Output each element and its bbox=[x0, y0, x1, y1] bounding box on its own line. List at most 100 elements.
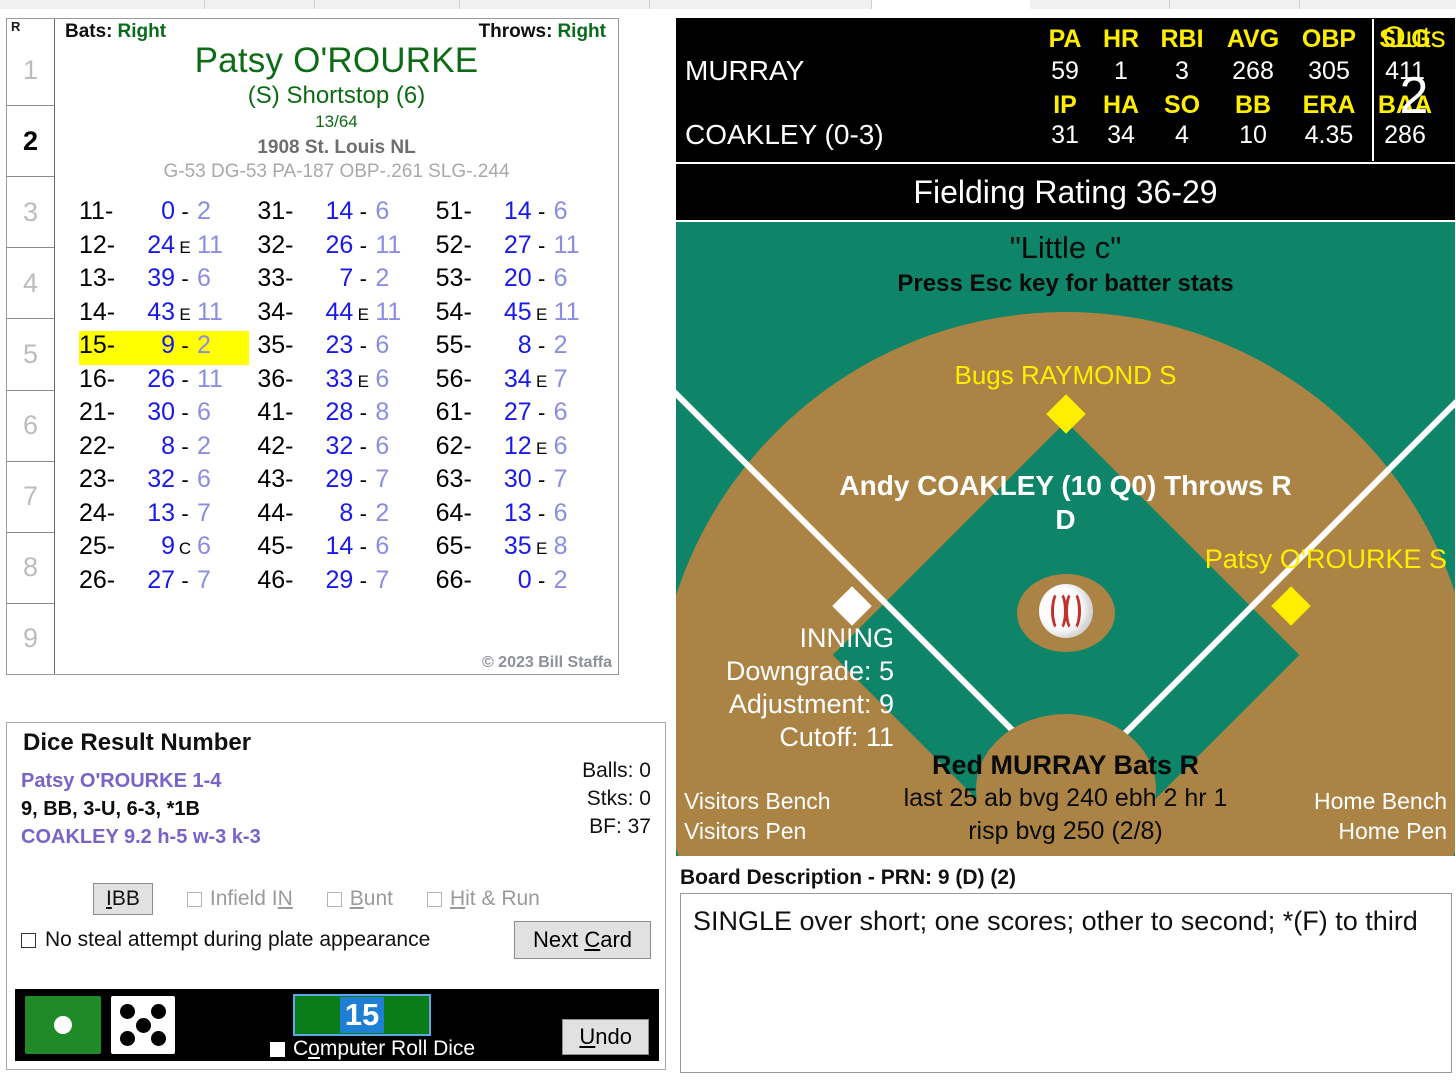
dice-entry-third: 2 bbox=[375, 264, 390, 292]
infield-in-checkbox[interactable]: Infield IN bbox=[186, 887, 293, 911]
hit-and-run-checkbox[interactable]: Hit & Run bbox=[426, 887, 540, 911]
player-card-fraction: 13/64 bbox=[315, 112, 358, 131]
dice-entry-code: 11- bbox=[79, 197, 114, 225]
dice-entry-code: 64- bbox=[435, 498, 472, 527]
toolbar-segment[interactable] bbox=[205, 0, 315, 9]
bats-group: Bats: Right bbox=[65, 21, 166, 43]
dice-entry-code: 16- bbox=[79, 364, 116, 393]
copyright-notice: © 2023 Bill Staffa bbox=[481, 654, 612, 671]
dice-entry-code: 52- bbox=[435, 230, 472, 259]
toolbar-segment[interactable] bbox=[650, 0, 872, 9]
dice-entry-separator: - bbox=[537, 333, 546, 358]
checkbox-icon[interactable] bbox=[326, 891, 342, 907]
pitcher-label: Andy COAKLEY (10 Q0) Throws R bbox=[839, 470, 1292, 501]
dice-entry-result: 32 bbox=[147, 465, 175, 493]
fielding-rating-bar: Fielding Rating 36-29 bbox=[676, 164, 1455, 220]
field-note-secondary: Press Esc key for batter stats bbox=[897, 270, 1234, 297]
green-die[interactable] bbox=[25, 996, 101, 1054]
dice-entry-65: 65- 35 E 8 bbox=[436, 532, 606, 566]
pitcher-sub-label: D bbox=[1055, 504, 1076, 535]
inning-cell-5[interactable]: 5 bbox=[7, 319, 54, 391]
inning-cell-4[interactable]: 4 bbox=[7, 248, 54, 320]
die-pip bbox=[120, 1003, 136, 1019]
dice-entry-result: 32 bbox=[325, 431, 354, 460]
next-card-button[interactable]: Next Card bbox=[513, 921, 651, 959]
toolbar-segment[interactable] bbox=[460, 0, 650, 9]
dice-entry-separator: - bbox=[359, 500, 367, 526]
dice-entry-14: 14- 43 E 11 bbox=[79, 298, 249, 332]
toolbar-segment[interactable] bbox=[315, 0, 460, 9]
dice-entry-code: 22- bbox=[79, 431, 116, 460]
die-pip bbox=[135, 1017, 151, 1033]
toolbar-segment[interactable] bbox=[0, 0, 205, 9]
dice-entry-separator: - bbox=[537, 199, 546, 224]
dice-entry-third: 6 bbox=[197, 465, 211, 493]
outs-label: Outs bbox=[1382, 21, 1446, 54]
dice-entry-separator: - bbox=[181, 199, 189, 224]
baseball-field[interactable]: "Little c" Press Esc key for batter stat… bbox=[676, 222, 1455, 856]
dice-entry-third: 7 bbox=[553, 364, 568, 393]
field-note-primary: "Little c" bbox=[1009, 230, 1122, 265]
white-die[interactable] bbox=[111, 996, 175, 1054]
ibb-button[interactable]: IBB bbox=[93, 883, 153, 915]
dice-entry-separator: - bbox=[537, 500, 546, 526]
computer-roll-dice-checkbox[interactable]: Computer Roll Dice bbox=[270, 1037, 475, 1061]
dice-entry-46: 46- 29-7 bbox=[257, 566, 427, 600]
checkbox-icon[interactable] bbox=[186, 891, 202, 907]
toolbar-segment[interactable] bbox=[1030, 0, 1170, 9]
inning-cell-3[interactable]: 3 bbox=[7, 177, 54, 249]
toolbar-segment[interactable] bbox=[1300, 0, 1456, 9]
dice-entry-code: 21- bbox=[79, 398, 116, 426]
dice-entry-separator: E bbox=[179, 237, 191, 257]
result-codes-line: 9, BB, 3-U, 6-3, *1B bbox=[21, 798, 200, 820]
dice-entry-separator: - bbox=[359, 433, 367, 459]
pitcher-stat-value-3: 10 bbox=[1239, 121, 1267, 149]
dice-entry-third: 2 bbox=[197, 331, 211, 359]
dice-entry-43: 43- 29-7 bbox=[257, 465, 427, 499]
pitcher-name: COAKLEY (0-3) bbox=[685, 119, 884, 150]
toolbar-segment[interactable] bbox=[1170, 0, 1300, 9]
inning-cell-1[interactable]: 1 bbox=[7, 35, 54, 107]
no-steal-checkbox[interactable]: No steal attempt during plate appearance bbox=[21, 928, 430, 952]
dice-entry-code: 34- bbox=[257, 297, 294, 326]
toolbar-strip bbox=[0, 0, 1456, 9]
dice-entry-result: 34 bbox=[503, 364, 532, 393]
dice-entry-25: 25- 9 C 6 bbox=[79, 532, 249, 566]
roll-value-box[interactable]: 15 bbox=[293, 994, 431, 1036]
dice-entry-separator: - bbox=[359, 232, 367, 258]
dice-entry-separator: - bbox=[181, 467, 189, 492]
dice-entry-separator: - bbox=[359, 266, 367, 291]
dice-entry-separator: C bbox=[178, 539, 192, 558]
scoreboard-stats: MURRAY PA HR RBI AVG OBP SLG 59 1 3 268 305 411 CO… bbox=[677, 19, 1432, 161]
dice-entry-separator: - bbox=[537, 266, 546, 291]
dice-entry-third: 6 bbox=[375, 364, 390, 393]
inning-cell-8[interactable]: 8 bbox=[7, 533, 54, 604]
dice-entry-result: 30 bbox=[503, 465, 532, 493]
hit-and-run-label: Hit & Run bbox=[449, 887, 540, 910]
dice-entry-separator: E bbox=[357, 304, 369, 324]
dice-entry-result: 8 bbox=[339, 498, 354, 527]
checkbox-icon[interactable] bbox=[426, 891, 442, 907]
batters-faced-count: BF: 37 bbox=[589, 815, 651, 838]
bunt-checkbox[interactable]: Bunt bbox=[326, 887, 393, 911]
checkbox-icon[interactable] bbox=[270, 1041, 285, 1057]
dice-entry-third: 6 bbox=[553, 431, 568, 460]
die-pip bbox=[150, 1003, 166, 1019]
infield-in-label: Infield IN bbox=[209, 887, 293, 910]
dice-entry-24: 24- 13-7 bbox=[79, 499, 249, 533]
dice-entry-result: 30 bbox=[147, 398, 175, 426]
dice-entry-code: 56- bbox=[435, 364, 472, 393]
inning-cell-6[interactable]: 6 bbox=[7, 391, 54, 462]
dice-entry-33: 33- 7-2 bbox=[257, 264, 427, 298]
balls-count: Balls: 0 bbox=[582, 759, 651, 782]
undo-button[interactable]: Undo bbox=[562, 1019, 649, 1055]
dice-entry-35: 35- 23-6 bbox=[257, 331, 427, 365]
dice-entry-separator: - bbox=[537, 400, 546, 425]
dice-entry-code: 31- bbox=[257, 197, 294, 225]
inning-cell-9[interactable]: 9 bbox=[7, 604, 54, 674]
dice-entry-code: 12- bbox=[79, 230, 116, 259]
inning-cell-7[interactable]: 7 bbox=[7, 462, 54, 533]
inning-cell-2[interactable]: 2 bbox=[7, 106, 54, 178]
dice-entry-42: 42- 32-6 bbox=[257, 432, 427, 466]
checkbox-icon[interactable] bbox=[21, 932, 36, 948]
